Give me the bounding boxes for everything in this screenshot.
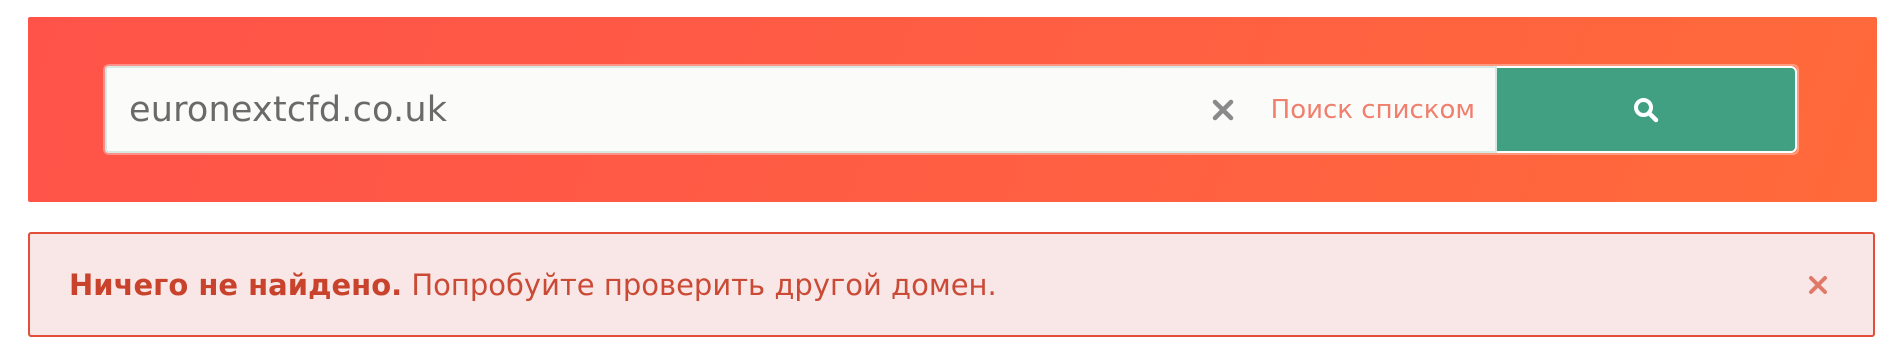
- search-submit-button[interactable]: [1497, 66, 1797, 153]
- alert-close-button[interactable]: [1803, 270, 1833, 300]
- clear-search-button[interactable]: [1199, 86, 1247, 134]
- alert-message: Ничего не найдено. Попробуйте проверить …: [69, 268, 997, 302]
- search-input-container: Поиск списком: [105, 65, 1497, 154]
- not-found-alert: Ничего не найдено. Попробуйте проверить …: [28, 232, 1875, 337]
- search-bar: Поиск списком: [105, 65, 1797, 154]
- alert-body: Попробуйте проверить другой домен.: [402, 267, 997, 302]
- domain-search-input[interactable]: [105, 65, 1199, 154]
- alert-title: Ничего не найдено.: [69, 267, 403, 302]
- close-icon: [1212, 99, 1233, 120]
- search-icon: [1634, 97, 1659, 122]
- close-icon: [1809, 276, 1827, 294]
- list-search-link[interactable]: Поиск списком: [1271, 95, 1475, 125]
